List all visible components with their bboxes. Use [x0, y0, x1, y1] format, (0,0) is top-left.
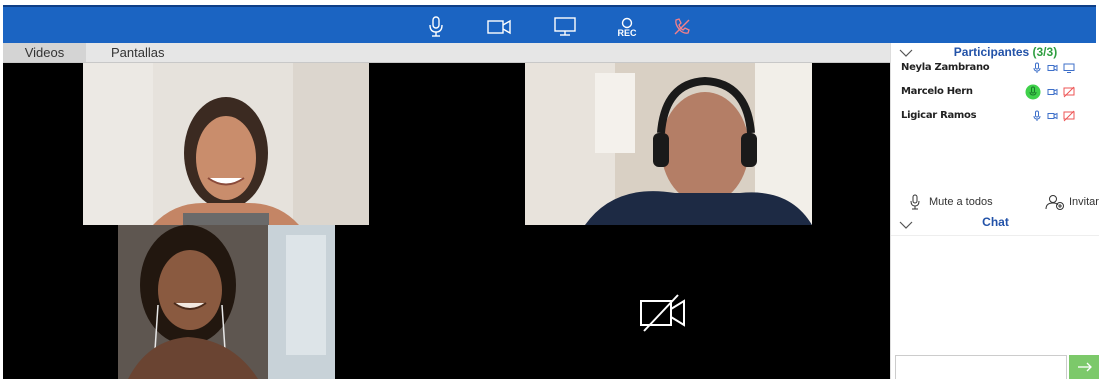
record-label: REC — [617, 27, 637, 38]
chat-header[interactable]: Chat — [891, 215, 1099, 231]
participants-count: (3/3) — [1032, 45, 1058, 59]
arrow-right-icon — [1077, 362, 1092, 372]
video-area: Videos Pantallas — [3, 43, 890, 379]
participant-video-3[interactable] — [118, 225, 335, 379]
participant-name: Marcelo Hern — [901, 86, 973, 97]
hang-up-button[interactable] — [669, 14, 695, 40]
mic-icon — [910, 194, 920, 210]
send-button[interactable] — [1069, 355, 1099, 379]
video-camera-icon[interactable] — [1047, 110, 1059, 122]
participant-row: Ligicar Ramos — [891, 110, 1099, 130]
screen-off-icon[interactable] — [1063, 110, 1075, 122]
mute-all-label: Mute a todos — [929, 196, 993, 208]
participant-video-2[interactable] — [525, 63, 812, 225]
video-camera-icon — [487, 19, 511, 35]
participant-row: Marcelo Hern — [891, 84, 1099, 106]
camera-off-icon — [640, 294, 685, 332]
participants-header[interactable]: Participantes (3/3) — [891, 45, 1099, 61]
add-user-icon — [1045, 195, 1064, 210]
participant-actions: Mute a todos Invitar — [891, 189, 1099, 215]
invite-label: Invitar — [1069, 196, 1099, 208]
camera-button[interactable] — [487, 14, 513, 40]
mic-icon — [429, 16, 443, 37]
participant-name: Neyla Zambrano — [901, 62, 990, 73]
participants-title: Participantes (3/3) — [911, 45, 1099, 59]
participant-name: Ligicar Ramos — [901, 110, 977, 121]
monitor-icon[interactable] — [1063, 62, 1075, 74]
chat-input[interactable] — [895, 355, 1067, 379]
screen-share-button[interactable] — [552, 14, 578, 40]
video-camera-icon[interactable] — [1047, 62, 1059, 74]
participant-video-2-image — [525, 63, 812, 225]
record-button[interactable]: REC — [614, 14, 640, 40]
chat-title: Chat — [982, 215, 1009, 229]
call-toolbar: REC — [3, 5, 1096, 43]
invite-button[interactable]: Invitar — [1045, 189, 1099, 215]
mic-icon[interactable] — [1031, 110, 1043, 122]
participant-video-3-image — [118, 225, 335, 379]
mic-icon[interactable] — [1031, 62, 1043, 74]
hangup-icon — [674, 18, 690, 35]
tab-pantallas[interactable]: Pantallas — [111, 43, 164, 62]
view-tabs: Videos Pantallas — [3, 43, 890, 63]
side-panel: Participantes (3/3) Neyla Zambrano Marce… — [890, 43, 1099, 379]
mic-speaking-icon[interactable] — [1025, 84, 1041, 100]
microphone-button[interactable] — [423, 14, 449, 40]
chat-messages — [891, 235, 1099, 354]
video-camera-icon[interactable] — [1047, 86, 1059, 98]
tab-videos[interactable]: Videos — [3, 43, 86, 62]
mute-all-button[interactable]: Mute a todos — [909, 189, 993, 215]
participant-video-1-image — [83, 63, 369, 225]
participant-video-4[interactable] — [623, 283, 703, 343]
participant-video-1[interactable] — [83, 63, 369, 225]
screen-off-icon[interactable] — [1063, 86, 1075, 98]
participants-title-text: Participantes — [953, 45, 1030, 59]
participant-row: Neyla Zambrano — [891, 62, 1099, 82]
record-icon — [621, 17, 633, 28]
video-grid — [3, 63, 890, 379]
monitor-icon — [554, 17, 576, 36]
